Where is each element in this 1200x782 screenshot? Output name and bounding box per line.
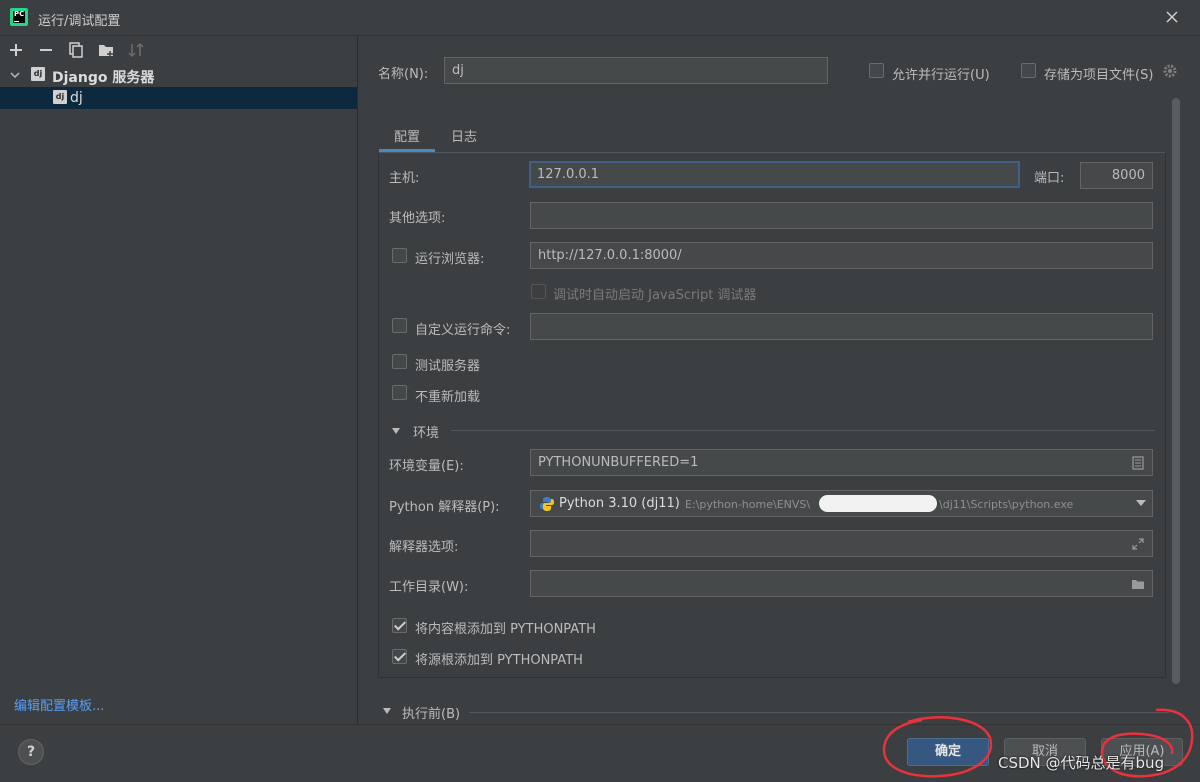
other-options-input[interactable] <box>530 202 1153 229</box>
add-source-roots-checkbox[interactable] <box>392 649 407 664</box>
window-title: 运行/调试配置 <box>38 14 121 29</box>
document-icon[interactable] <box>1131 456 1145 470</box>
js-debug-checkbox[interactable] <box>531 284 546 299</box>
no-reload-checkbox[interactable] <box>392 385 407 400</box>
folder-icon[interactable] <box>1131 577 1145 591</box>
tab-config[interactable]: 配置 <box>379 120 435 152</box>
edit-templates-link[interactable]: 编辑配置模板... <box>14 695 104 714</box>
collapse-triangle-icon[interactable] <box>391 426 401 436</box>
interpreter-path-prefix: E:\python-home\ENVS\ <box>685 498 811 511</box>
add-source-roots-label: 将源根添加到 PYTHONPATH <box>415 653 583 668</box>
close-icon[interactable] <box>1164 9 1180 25</box>
env-vars-value: PYTHONUNBUFFERED=1 <box>538 455 699 470</box>
test-server-checkbox[interactable] <box>392 354 407 369</box>
pycharm-app-icon: PC <box>10 8 28 26</box>
title-bar: PC 运行/调试配置 <box>0 0 1200 36</box>
tree-item-label: dj <box>70 90 83 106</box>
custom-run-checkbox[interactable] <box>392 318 407 333</box>
remove-icon[interactable] <box>36 40 56 60</box>
interpreter-options-label: 解释器选项: <box>389 540 459 555</box>
interpreter-options-input[interactable] <box>530 530 1153 557</box>
name-input[interactable]: dj <box>444 57 828 84</box>
custom-run-input[interactable] <box>530 313 1153 340</box>
annotation-circle-ok <box>882 716 993 778</box>
allow-parallel-label: 允许并行运行(U) <box>892 68 990 83</box>
section-divider <box>469 712 1169 713</box>
tree-item-dj[interactable]: dj dj <box>0 87 357 109</box>
tree-group-django-server[interactable]: dj Django 服务器 <box>0 64 357 86</box>
other-options-label: 其他选项: <box>389 211 446 226</box>
django-icon: dj <box>53 90 67 104</box>
env-section-title: 环境 <box>413 426 440 441</box>
host-label: 主机: <box>389 171 420 186</box>
port-input[interactable]: 8000 <box>1080 162 1153 189</box>
host-input[interactable]: 127.0.0.1 <box>529 161 1020 188</box>
run-browser-checkbox[interactable] <box>392 248 407 263</box>
new-folder-icon[interactable] <box>96 40 116 60</box>
run-browser-label: 运行浏览器: <box>415 252 485 267</box>
js-debug-label: 调试时自动启动 JavaScript 调试器 <box>553 288 757 303</box>
add-icon[interactable] <box>6 40 26 60</box>
interpreter-name: Python 3.10 (dj11) <box>559 496 680 511</box>
env-vars-label: 环境变量(E): <box>389 459 464 474</box>
test-server-label: 测试服务器 <box>415 359 481 374</box>
no-reload-label: 不重新加载 <box>415 390 481 405</box>
run-browser-url-input[interactable]: http://127.0.0.1:8000/ <box>530 242 1153 269</box>
config-list-panel: dj Django 服务器 dj dj 编辑配置模板... <box>0 36 358 724</box>
working-dir-label: 工作目录(W): <box>389 580 469 595</box>
add-content-roots-label: 将内容根添加到 PYTHONPATH <box>415 622 596 637</box>
collapse-triangle-icon[interactable] <box>382 706 392 716</box>
interpreter-select[interactable]: Python 3.10 (dj11) E:\python-home\ENVS\ … <box>530 490 1153 517</box>
watermark: CSDN @代码总是有bug <box>998 754 1165 772</box>
config-list-toolbar <box>0 36 358 64</box>
before-launch-section-title: 执行前(B) <box>402 707 461 722</box>
help-button[interactable]: ? <box>18 739 44 765</box>
interpreter-path-suffix: \dj11\Scripts\python.exe <box>939 498 1074 511</box>
chevron-down-icon[interactable] <box>1136 499 1146 507</box>
config-tab-content: 主机: 127.0.0.1 端口: 8000 其他选项: 运行浏览器: http… <box>378 152 1166 678</box>
sort-icon[interactable] <box>126 40 146 60</box>
store-as-project-checkbox[interactable] <box>1021 63 1036 78</box>
gear-icon[interactable] <box>1162 63 1178 79</box>
custom-run-label: 自定义运行命令: <box>415 323 511 338</box>
chevron-down-icon[interactable] <box>10 70 20 80</box>
tree-group-label: Django 服务器 <box>52 70 155 86</box>
tab-logs[interactable]: 日志 <box>439 120 489 152</box>
allow-parallel-checkbox[interactable] <box>869 63 884 78</box>
env-vars-input[interactable]: PYTHONUNBUFFERED=1 <box>530 449 1153 476</box>
add-content-roots-checkbox[interactable] <box>392 618 407 633</box>
scrollbar[interactable] <box>1172 98 1180 684</box>
expand-icon[interactable] <box>1131 537 1145 551</box>
port-label: 端口: <box>1034 171 1065 186</box>
section-divider <box>451 430 1155 431</box>
working-dir-input[interactable] <box>530 570 1153 597</box>
python-icon <box>540 497 554 511</box>
copy-icon[interactable] <box>66 40 86 60</box>
redacted-path-segment <box>819 495 937 512</box>
interpreter-label: Python 解释器(P): <box>389 500 500 515</box>
store-as-project-label: 存储为项目文件(S) <box>1044 68 1154 83</box>
name-label: 名称(N): <box>378 67 429 82</box>
config-detail-panel: 名称(N): dj 允许并行运行(U) 存储为项目文件(S) 配置 日志 主机:… <box>359 36 1200 724</box>
django-icon: dj <box>31 67 45 81</box>
